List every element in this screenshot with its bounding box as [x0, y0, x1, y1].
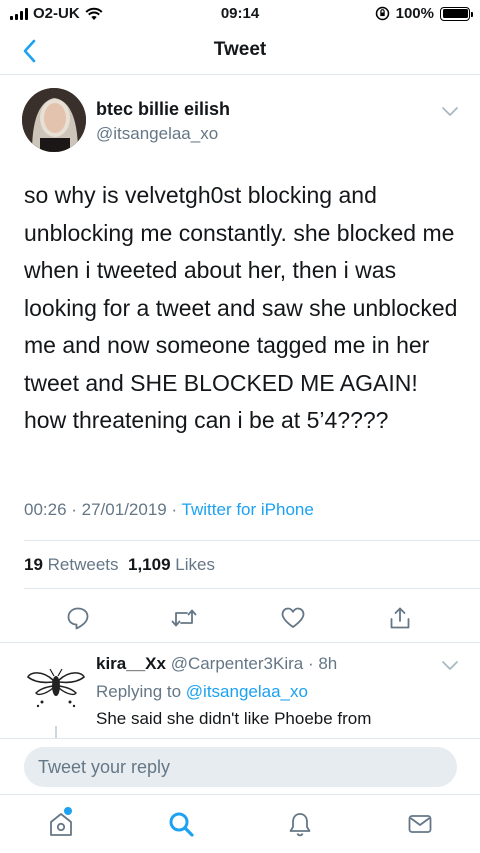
battery-group: 100% — [375, 5, 473, 22]
likes-stat[interactable]: 1,109 Likes — [128, 555, 215, 574]
reply-menu-button[interactable] — [438, 654, 462, 678]
retweets-label: Retweets — [47, 555, 119, 574]
nav-bar: Tweet — [0, 28, 480, 75]
battery-percent: 100% — [395, 5, 434, 22]
reply-header: kira__Xx @Carpenter3Kira · 8h — [96, 654, 337, 674]
tweet-text: so why is velvetgh0st blocking and unblo… — [24, 182, 458, 433]
divider — [24, 588, 480, 589]
orientation-lock-icon — [375, 6, 389, 21]
chevron-down-icon — [442, 107, 458, 116]
search-icon — [169, 812, 194, 837]
replying-label: Replying to — [96, 682, 186, 701]
reply-text: She said she didn't like Phoebe from — [96, 709, 372, 728]
tab-notifications[interactable] — [285, 809, 315, 839]
thread-line — [55, 726, 57, 738]
tab-home[interactable] — [46, 809, 76, 839]
tweet-source-link[interactable]: Twitter for iPhone — [182, 500, 314, 519]
replying-to-handle[interactable]: @itsangelaa_xo — [186, 682, 308, 701]
reply-icon — [67, 607, 89, 630]
reply-author-name[interactable]: kira__Xx — [96, 654, 166, 673]
replying-to: Replying to @itsangelaa_xo — [96, 682, 308, 702]
page-title: Tweet — [213, 39, 267, 60]
new-content-indicator — [64, 807, 72, 815]
avatar-image — [27, 668, 85, 708]
retweets-stat[interactable]: 19 Retweets — [24, 555, 119, 574]
tab-bar — [0, 794, 480, 853]
author-handle[interactable]: @itsangelaa_xo — [96, 124, 218, 144]
share-icon — [390, 607, 410, 629]
tweet-actions — [0, 600, 480, 636]
likes-label: Likes — [175, 555, 215, 574]
divider — [0, 642, 480, 643]
reply-input[interactable] — [24, 747, 457, 787]
retweet-icon — [171, 609, 197, 627]
home-icon — [50, 813, 72, 836]
author-name[interactable]: btec billie eilish — [96, 99, 230, 120]
tweet-menu-button[interactable] — [438, 100, 462, 124]
author-avatar[interactable] — [22, 88, 86, 152]
tweet-stats: 19 Retweets 1,109 Likes — [24, 555, 215, 575]
tab-messages[interactable] — [405, 809, 435, 839]
battery-icon — [440, 6, 473, 21]
divider — [24, 540, 480, 541]
retweets-count: 19 — [24, 555, 43, 574]
reply-avatar[interactable] — [24, 656, 88, 720]
reply-handle-time[interactable]: @Carpenter3Kira · 8h — [171, 654, 338, 673]
reply-button[interactable] — [62, 602, 94, 634]
tab-search[interactable] — [166, 809, 196, 839]
heart-icon — [281, 607, 305, 628]
like-button[interactable] — [277, 602, 309, 634]
retweet-button[interactable] — [168, 602, 200, 634]
status-bar: O2-UK 09:14 100% — [0, 0, 480, 28]
messages-icon — [408, 815, 432, 833]
likes-count: 1,109 — [127, 555, 171, 574]
tweet-meta: 00:26 · 27/01/2019 · Twitter for iPhone — [24, 500, 314, 520]
share-button[interactable] — [384, 602, 416, 634]
chevron-down-icon — [442, 661, 458, 670]
compose-bar — [0, 738, 480, 794]
tweet-timestamp: 00:26 · 27/01/2019 · — [24, 500, 182, 519]
avatar-image — [22, 88, 86, 152]
notifications-icon — [289, 813, 311, 837]
